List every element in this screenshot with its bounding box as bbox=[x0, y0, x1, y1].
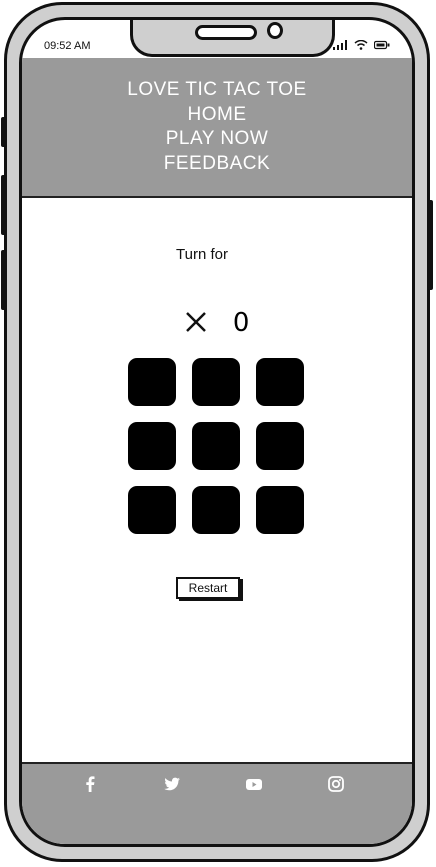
notch bbox=[130, 20, 335, 57]
volume-down-button bbox=[1, 250, 6, 310]
mute-switch bbox=[1, 117, 6, 147]
player-indicator: X 0 bbox=[22, 308, 412, 338]
nav-item-play-now[interactable]: PLAY NOW bbox=[22, 127, 412, 152]
site-header: LOVE TIC TAC TOE HOME PLAY NOW FEEDBACK bbox=[22, 58, 412, 198]
board-cell-4[interactable] bbox=[128, 422, 176, 470]
facebook-icon[interactable] bbox=[80, 774, 100, 794]
player-o-marker: 0 bbox=[232, 308, 250, 338]
site-title[interactable]: LOVE TIC TAC TOE bbox=[22, 58, 412, 103]
board-cell-3[interactable] bbox=[256, 358, 304, 406]
board-cell-5[interactable] bbox=[192, 422, 240, 470]
camera-icon bbox=[267, 22, 283, 39]
board-cell-8[interactable] bbox=[192, 486, 240, 534]
speaker-icon bbox=[195, 25, 257, 40]
volume-up-button bbox=[1, 175, 6, 235]
status-icons bbox=[333, 39, 390, 53]
nav-item-feedback[interactable]: FEEDBACK bbox=[22, 152, 412, 177]
board-cell-9[interactable] bbox=[256, 486, 304, 534]
restart-button[interactable]: Restart bbox=[176, 577, 240, 599]
screen: 09:52 AM LOVE TIC TAC TOE HOME PLAY NOW … bbox=[19, 17, 415, 847]
turn-label: Turn for bbox=[176, 246, 228, 263]
twitter-icon[interactable] bbox=[162, 774, 182, 794]
phone-frame: 09:52 AM LOVE TIC TAC TOE HOME PLAY NOW … bbox=[1, 2, 433, 862]
board-cell-1[interactable] bbox=[128, 358, 176, 406]
signal-bars-icon bbox=[333, 40, 347, 50]
power-button bbox=[428, 200, 433, 290]
status-time: 09:52 AM bbox=[44, 40, 91, 52]
board-cell-7[interactable] bbox=[128, 486, 176, 534]
nav-item-home[interactable]: HOME bbox=[22, 103, 412, 128]
instagram-icon[interactable] bbox=[326, 774, 346, 794]
board-cell-6[interactable] bbox=[256, 422, 304, 470]
youtube-icon[interactable] bbox=[244, 774, 264, 794]
game-board bbox=[128, 358, 304, 534]
site-footer bbox=[22, 762, 412, 844]
player-x-marker bbox=[185, 312, 206, 332]
board-cell-2[interactable] bbox=[192, 358, 240, 406]
wifi-icon bbox=[354, 39, 367, 50]
battery-icon bbox=[373, 40, 390, 50]
